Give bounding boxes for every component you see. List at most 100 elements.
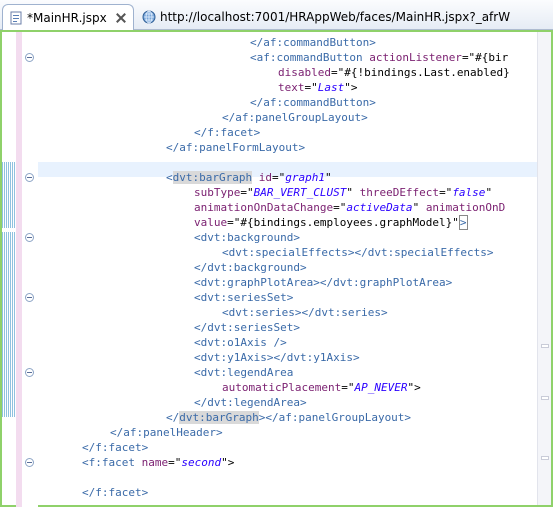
code-token: <dvt:background>: [194, 231, 300, 244]
code-token: =": [168, 456, 182, 469]
code-token: =": [304, 81, 318, 94]
code-token: disabled: [278, 66, 331, 79]
code-line[interactable]: text="Last">: [0, 80, 537, 95]
code-token: </: [166, 411, 180, 424]
code-token: </af:panelFormLayout>: [166, 141, 306, 154]
code-token: animationOnDataChange: [194, 201, 334, 214]
code-line[interactable]: <dvt:seriesSet>: [0, 290, 537, 305]
code-text: <dvt:series></dvt:series>: [222, 305, 388, 320]
code-token: =": [439, 186, 453, 199]
code-line[interactable]: animationOnDataChange="activeData" anima…: [0, 200, 537, 215]
code-text: </af:panelFormLayout>: [166, 140, 305, 155]
code-token: Last: [317, 81, 345, 94]
code-line[interactable]: </af:commandButton>: [0, 95, 537, 110]
code-token: <dvt:legendArea: [194, 366, 294, 379]
code-text: subType="BAR_VERT_CLUST" threeDEffect="f…: [194, 185, 492, 200]
code-token: <dvt:o1Axis />: [194, 336, 287, 349]
code-line[interactable]: value="#{bindings.employees.graphModel}"…: [0, 215, 537, 230]
code-line[interactable]: </af:panelHeader>: [0, 425, 537, 440]
code-line[interactable]: </dvt:barGraph></af:panelGroupLayout>: [0, 410, 537, 425]
code-token: ": [412, 201, 426, 214]
code-line[interactable]: </af:panelGroupLayout>: [0, 110, 537, 125]
code-text: <dvt:o1Axis />: [194, 335, 287, 350]
fold-toggle-icon[interactable]: [25, 368, 34, 377]
globe-icon: [142, 10, 156, 24]
code-line[interactable]: <dvt:o1Axis />: [0, 335, 537, 350]
code-text: <dvt:barGraph id="graph1": [166, 170, 332, 185]
code-text: </af:panelHeader>: [110, 425, 223, 440]
code-token: <dvt:series></dvt:series>: [222, 306, 388, 319]
code-text: animationOnDataChange="activeData" anima…: [194, 200, 505, 215]
code-line[interactable]: </af:commandButton>: [0, 35, 537, 50]
code-token: BAR_VERT_CLUST: [253, 186, 347, 199]
code-token: name: [141, 456, 169, 469]
code-line[interactable]: <f:facet name="second">: [0, 455, 537, 470]
tab-browser-url[interactable]: http://localhost:7001/HRAppWeb/faces/Mai…: [140, 4, 550, 30]
code-token: </af:commandButton>: [250, 96, 376, 109]
code-token: </af:panelGroupLayout>: [222, 111, 368, 124]
code-line[interactable]: </af:panelFormLayout>: [0, 140, 537, 155]
code-line[interactable]: </f:facet>: [0, 440, 537, 455]
code-line[interactable]: subType="BAR_VERT_CLUST" threeDEffect="f…: [0, 185, 537, 200]
code-line[interactable]: <dvt:background>: [0, 230, 537, 245]
code-token: <dvt:specialEffects></dvt:specialEffects…: [222, 246, 494, 259]
tab-label: http://localhost:7001/HRAppWeb/faces/Mai…: [160, 10, 511, 24]
code-line[interactable]: </dvt:seriesSet>: [0, 320, 537, 335]
code-line[interactable]: </f:facet>: [0, 125, 537, 140]
fold-toggle-icon[interactable]: [25, 458, 34, 467]
code-line[interactable]: <dvt:graphPlotArea></dvt:graphPlotArea>: [0, 275, 537, 290]
code-text: <dvt:y1Axis></dvt:y1Axis>: [194, 350, 360, 365]
code-token: ="#{bindings.employees.graphModel}": [227, 216, 459, 229]
code-text: </dvt:barGraph></af:panelGroupLayout>: [166, 410, 411, 425]
code-token: ": [346, 186, 360, 199]
code-token: actionListener: [369, 51, 462, 64]
code-text: <f:facet name="second">: [82, 455, 234, 470]
code-text: <dvt:legendArea: [194, 365, 293, 380]
code-text: </f:facet>: [82, 485, 148, 500]
close-icon[interactable]: [115, 12, 127, 24]
code-token: <: [166, 171, 173, 184]
code-line[interactable]: <dvt:y1Axis></dvt:y1Axis>: [0, 350, 537, 365]
ruler-marker[interactable]: [541, 344, 549, 348]
code-token: =": [271, 171, 286, 184]
code-line[interactable]: automaticPlacement="AP_NEVER">: [0, 380, 537, 395]
code-token: </f:facet>: [82, 486, 149, 499]
code-text: </af:commandButton>: [250, 35, 376, 50]
code-line[interactable]: <dvt:legendArea: [0, 365, 537, 380]
code-token: </af:panelHeader>: [110, 426, 223, 439]
code-line[interactable]: </dvt:background>: [0, 260, 537, 275]
code-text: text="Last">: [278, 80, 358, 95]
fold-toggle-icon[interactable]: [25, 233, 34, 242]
code-token: id: [258, 171, 272, 184]
code-token: </dvt:background>: [194, 261, 307, 274]
fold-toggle-icon[interactable]: [25, 53, 34, 62]
code-line[interactable]: </f:facet>: [0, 485, 537, 500]
code-text: <af:commandButton actionListener="#{bir: [250, 50, 508, 65]
code-text: </dvt:legendArea>: [194, 395, 307, 410]
code-line[interactable]: <dvt:barGraph id="graph1": [0, 170, 537, 185]
fold-toggle-icon[interactable]: [25, 173, 34, 182]
code-token: </f:facet>: [82, 441, 149, 454]
code-line[interactable]: [0, 470, 537, 485]
code-token: activeData: [346, 201, 413, 214]
code-line[interactable]: <dvt:series></dvt:series>: [0, 305, 537, 320]
fold-toggle-icon[interactable]: [25, 293, 34, 302]
code-token: value: [194, 216, 228, 229]
code-line[interactable]: </dvt:legendArea>: [0, 395, 537, 410]
code-text: </dvt:background>: [194, 260, 307, 275]
ruler-marker[interactable]: [541, 456, 549, 460]
code-token: </f:facet>: [194, 126, 261, 139]
code-line[interactable]: disabled="#{!bindings.Last.enabled}: [0, 65, 537, 80]
tab-mainhr-jspx[interactable]: *MainHR.jspx: [2, 4, 134, 31]
tab-label: *MainHR.jspx: [27, 11, 107, 25]
code-line[interactable]: <af:commandButton actionListener="#{bir: [0, 50, 537, 65]
code-text: </af:panelGroupLayout>: [222, 110, 368, 125]
overview-ruler[interactable]: [537, 32, 551, 505]
code-token: graph1: [285, 171, 325, 184]
code-line[interactable]: [0, 155, 537, 170]
code-line[interactable]: <dvt:specialEffects></dvt:specialEffects…: [0, 245, 537, 260]
code-token: <dvt:seriesSet>: [194, 291, 294, 304]
code-token: ="#{bir: [461, 51, 509, 64]
ruler-marker[interactable]: [541, 396, 549, 400]
